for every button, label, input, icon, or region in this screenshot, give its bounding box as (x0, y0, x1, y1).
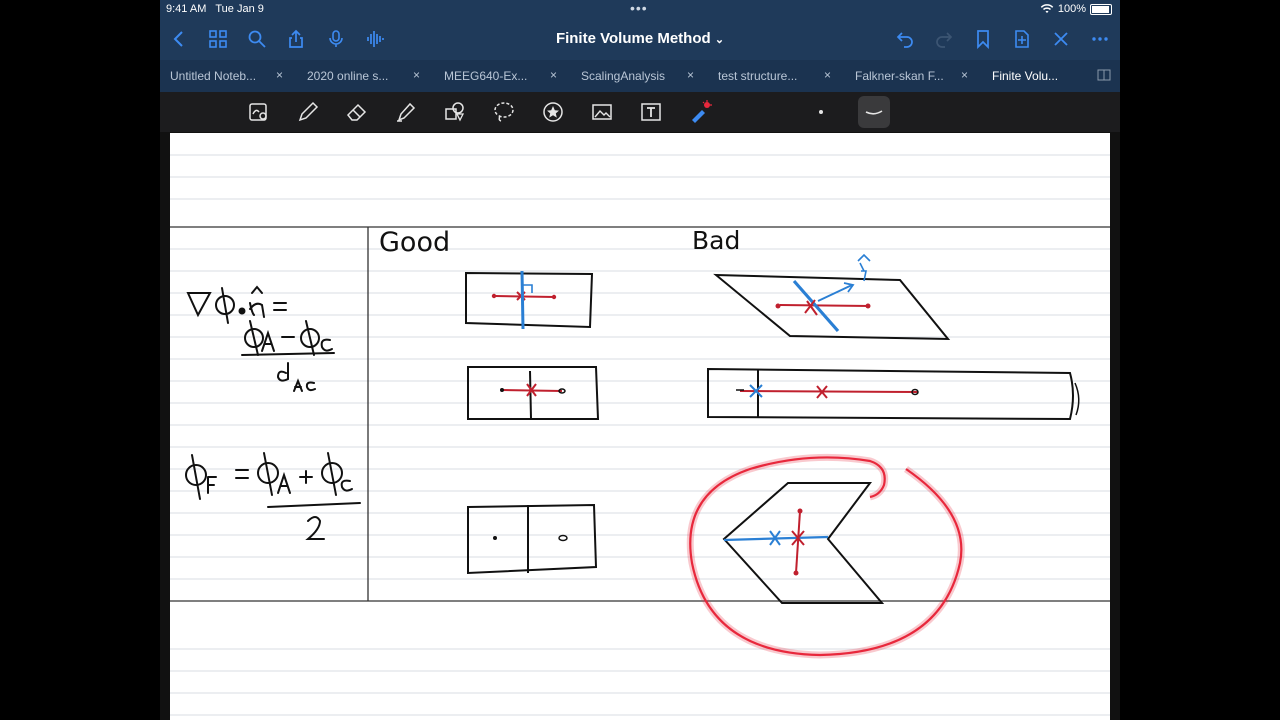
tab-finite-volume[interactable]: Finite Volu... (982, 60, 1119, 92)
tab-close-button[interactable]: × (413, 68, 420, 82)
tab-label: test structure... (718, 69, 798, 83)
stroke-style-icon (865, 110, 883, 115)
tab-2020-online[interactable]: 2020 online s... × (297, 60, 434, 92)
tab-label: MEEG640-Ex... (444, 69, 528, 83)
good-orthogonal-cells (465, 270, 594, 330)
share-button[interactable] (283, 26, 309, 52)
heading-bad: Bad (692, 226, 740, 255)
close-icon (1054, 32, 1068, 46)
lasso-icon (494, 102, 514, 122)
tab-untitled-notebook[interactable]: Untitled Noteb... × (160, 60, 297, 92)
good-centered-cells (467, 503, 598, 575)
tab-label: Finite Volu... (992, 69, 1059, 83)
undo-button[interactable] (892, 26, 918, 52)
highlighter-tool[interactable] (393, 99, 419, 125)
more-button[interactable] (1087, 26, 1113, 52)
tab-close-button[interactable]: × (961, 68, 968, 82)
chevron-left-icon (173, 31, 183, 47)
split-view-icon[interactable] (1097, 69, 1111, 81)
bad-stretched-cells (707, 367, 1080, 421)
audio-button[interactable] (362, 26, 388, 52)
notebook-page[interactable]: Good Bad (170, 133, 1110, 720)
close-toolbar-button[interactable] (1048, 26, 1074, 52)
tool-bar (160, 92, 1120, 132)
bad-skewed-cells (713, 253, 951, 341)
highlighter-icon (397, 102, 416, 122)
grid-view-button[interactable] (205, 26, 231, 52)
text-box-icon (641, 103, 661, 121)
more-icon (1092, 37, 1108, 41)
red-highlight-circle (686, 453, 965, 659)
tab-meeg640[interactable]: MEEG640-Ex... × (434, 60, 571, 92)
bookmark-icon (977, 30, 989, 49)
laser-pointer-tool[interactable] (687, 99, 713, 125)
wifi-icon (1040, 4, 1054, 13)
status-right: 100% (1040, 3, 1112, 15)
tab-close-button[interactable]: × (276, 68, 283, 82)
shapes-icon (445, 102, 465, 122)
tab-label: 2020 online s... (307, 69, 389, 83)
elements-tool[interactable] (540, 99, 566, 125)
pen-size-dot[interactable] (808, 99, 834, 125)
star-icon (543, 102, 563, 122)
image-tool[interactable] (589, 99, 615, 125)
search-button[interactable] (244, 26, 270, 52)
waveform-icon (367, 31, 384, 47)
heading-good: Good (379, 227, 450, 258)
grid-icon (209, 30, 227, 48)
battery-percent: 100% (1057, 3, 1086, 15)
pen-tool[interactable] (295, 99, 321, 125)
read-mode-icon (249, 103, 267, 121)
tab-label: Untitled Noteb... (170, 69, 257, 83)
bookmark-button[interactable] (970, 26, 996, 52)
tab-falkner-skan[interactable]: Falkner-skan F... × (845, 60, 982, 92)
redo-icon (936, 32, 953, 48)
multitask-dots-icon[interactable]: ••• (630, 0, 648, 16)
ipad-screen: 9:41 AM Tue Jan 9 ••• 100% Finite Volume… (160, 0, 1120, 720)
microphone-icon (329, 30, 343, 47)
status-time: 9:41 AM Tue Jan 9 (166, 3, 264, 15)
redo-button[interactable] (931, 26, 957, 52)
text-tool[interactable] (638, 99, 664, 125)
tab-close-button[interactable]: × (824, 68, 831, 82)
chevron-down-icon: ⌄ (714, 34, 725, 46)
tab-label: Falkner-skan F... (855, 69, 944, 83)
image-icon (592, 104, 612, 120)
shapes-tool[interactable] (442, 99, 468, 125)
back-button[interactable] (166, 26, 192, 52)
tab-test-structure[interactable]: test structure... × (708, 60, 845, 92)
add-page-icon (1015, 30, 1029, 48)
tab-scaling-analysis[interactable]: ScalingAnalysis × (571, 60, 708, 92)
table-frame (170, 226, 1110, 602)
eraser-icon (346, 103, 367, 121)
add-page-button[interactable] (1009, 26, 1035, 52)
equation-face-value (185, 452, 361, 540)
dot-size-icon (819, 110, 823, 114)
undo-icon (896, 32, 913, 48)
document-tabs: Untitled Noteb... × 2020 online s... × MEE… (160, 60, 1120, 92)
tab-close-button[interactable]: × (687, 68, 694, 82)
lasso-tool[interactable] (491, 99, 517, 125)
handwritten-notes-canvas: Good Bad (170, 154, 1110, 716)
share-icon (289, 29, 303, 48)
document-title-button[interactable]: Finite Volume Method ⌄ (556, 30, 724, 47)
navigation-bar: Finite Volume Method ⌄ (160, 18, 1120, 60)
tab-label: ScalingAnalysis (581, 69, 666, 83)
bad-chevron-cells (722, 482, 885, 604)
battery-icon (1090, 3, 1112, 15)
lasso-read-tool[interactable] (246, 99, 272, 125)
laser-pointer-icon (692, 100, 712, 123)
pen-style-curve[interactable] (861, 99, 887, 125)
microphone-button[interactable] (323, 26, 349, 52)
search-icon (248, 30, 266, 48)
status-bar: 9:41 AM Tue Jan 9 ••• 100% (160, 0, 1120, 18)
good-equal-cells (467, 366, 600, 420)
tab-close-button[interactable]: × (550, 68, 557, 82)
pen-icon (298, 101, 319, 122)
eraser-tool[interactable] (344, 99, 370, 125)
ruled-lines (170, 154, 1110, 716)
equation-gradient-normal (186, 285, 335, 392)
